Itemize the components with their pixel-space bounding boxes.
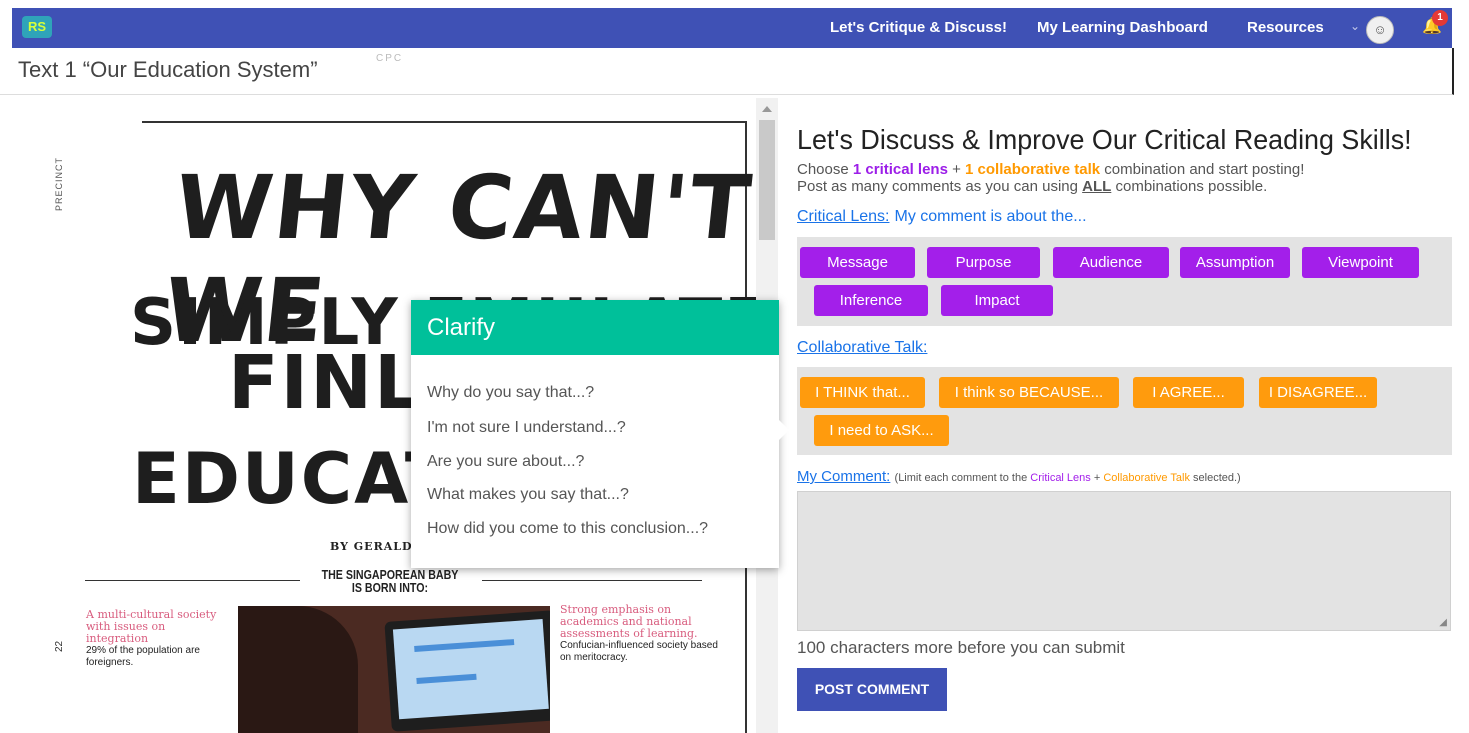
note-text: +	[1090, 472, 1104, 484]
clarify-option[interactable]: What makes you say that...?	[427, 486, 629, 504]
faint-text: CPC	[376, 53, 404, 64]
popup-pointer	[777, 418, 789, 442]
comment-textarea[interactable]: ◢	[797, 491, 1451, 631]
top-navbar: RS Let's Critique & Discuss! My Learning…	[12, 8, 1452, 48]
talk-because-button[interactable]: I think so BECAUSE...	[939, 377, 1119, 408]
clarify-popup: Clarify Why do you say that...? I'm not …	[411, 300, 789, 568]
doc-frame	[142, 121, 747, 123]
note-text: selected.)	[1189, 472, 1241, 484]
photo-person	[238, 606, 358, 733]
intro-all: ALL	[1082, 178, 1112, 195]
page-title: Text 1 “Our Education System”	[18, 57, 318, 82]
lens-impact-button[interactable]: Impact	[941, 285, 1053, 316]
talk-i-think-button[interactable]: I THINK that...	[800, 377, 925, 408]
resize-handle-icon[interactable]: ◢	[1439, 617, 1447, 628]
intro-text: +	[947, 161, 966, 178]
left-column-text: 29% of the population are foreigners.	[86, 645, 200, 668]
clarify-option[interactable]: Why do you say that...?	[427, 384, 594, 402]
clarify-option[interactable]: I'm not sure I understand...?	[427, 419, 626, 437]
critical-lens-link[interactable]: Critical Lens:	[797, 208, 889, 225]
lens-assumption-button[interactable]: Assumption	[1180, 247, 1290, 278]
lens-message-button[interactable]: Message	[800, 247, 915, 278]
photo-screen	[392, 619, 549, 720]
chevron-down-icon[interactable]: ⌄	[1350, 19, 1360, 33]
intro-text: Choose	[797, 161, 853, 178]
lens-inference-button[interactable]: Inference	[814, 285, 928, 316]
nav-resources[interactable]: Resources	[1247, 19, 1324, 36]
talk-ask-button[interactable]: I need to ASK...	[814, 415, 949, 446]
right-column-highlight: Strong emphasis on academics and nationa…	[560, 603, 698, 640]
intro-collaborative-talk: 1 collaborative talk	[965, 161, 1101, 178]
collaborative-talk-box: I THINK that... I think so BECAUSE... I …	[797, 367, 1452, 455]
note-text: (Limit each comment to the	[894, 472, 1031, 484]
comment-label: My Comment: (Limit each comment to the C…	[797, 468, 1241, 485]
intro-text: Post as many comments as you can using	[797, 178, 1083, 195]
post-comment-button[interactable]: POST COMMENT	[797, 668, 947, 711]
panel-title: Let's Discuss & Improve Our Critical Rea…	[797, 124, 1412, 155]
lens-viewpoint-button[interactable]: Viewpoint	[1302, 247, 1419, 278]
intro-text: combinations possible.	[1111, 178, 1268, 195]
comment-label-link[interactable]: My Comment:	[797, 468, 890, 485]
critical-lens-label[interactable]: Critical Lens: My comment is about the...	[797, 208, 1087, 226]
nav-learning-dashboard[interactable]: My Learning Dashboard	[1037, 19, 1208, 36]
panel-intro: Choose 1 critical lens + 1 collaborative…	[797, 161, 1304, 195]
note-collaborative-talk: Collaborative Talk	[1103, 472, 1190, 484]
scroll-up-icon[interactable]	[762, 106, 772, 112]
clarify-option[interactable]: Are you sure about...?	[427, 453, 584, 471]
right-column-text: Confucian-influenced society based on me…	[560, 640, 718, 663]
critical-lens-box: Message Purpose Audience Assumption View…	[797, 237, 1452, 326]
lens-purpose-button[interactable]: Purpose	[927, 247, 1040, 278]
divider	[482, 580, 702, 581]
comment-note: (Limit each comment to the Critical Lens…	[895, 472, 1241, 484]
intro-critical-lens: 1 critical lens	[852, 161, 948, 178]
scroll-thumb[interactable]	[759, 120, 775, 240]
collaborative-talk-label[interactable]: Collaborative Talk:	[797, 339, 927, 357]
intro-text: combination and start posting!	[1100, 161, 1305, 178]
page-title-bar: Text 1 “Our Education System” CPC	[0, 48, 1454, 95]
notification-badge: 1	[1432, 10, 1448, 26]
note-critical-lens: Critical Lens	[1030, 472, 1091, 484]
user-avatar-icon[interactable]: ☺	[1366, 16, 1394, 44]
talk-agree-button[interactable]: I AGREE...	[1133, 377, 1244, 408]
article-photo	[238, 606, 550, 733]
page-number: 22	[54, 640, 65, 652]
critical-lens-hint: My comment is about the...	[894, 208, 1087, 225]
popup-title: Clarify	[411, 300, 779, 355]
character-counter: 100 characters more before you can submi…	[797, 638, 1125, 657]
screen-bar	[414, 639, 515, 653]
app-logo[interactable]: RS	[22, 16, 52, 38]
side-label: PRECINCT	[54, 156, 64, 211]
nav-critique-discuss[interactable]: Let's Critique & Discuss!	[830, 19, 1007, 36]
left-column-highlight: A multi-cultural society with issues on …	[86, 608, 217, 645]
divider	[85, 580, 300, 581]
left-column: A multi-cultural society with issues on …	[86, 609, 226, 669]
lens-audience-button[interactable]: Audience	[1053, 247, 1169, 278]
clarify-option[interactable]: How did you come to this conclusion...?	[427, 520, 708, 538]
subheading: THE SINGAPOREAN BABY IS BORN INTO:	[321, 567, 459, 595]
screen-bar	[416, 673, 477, 684]
photo-laptop	[384, 610, 550, 732]
talk-disagree-button[interactable]: I DISAGREE...	[1259, 377, 1377, 408]
right-column: Strong emphasis on academics and nationa…	[560, 604, 730, 664]
